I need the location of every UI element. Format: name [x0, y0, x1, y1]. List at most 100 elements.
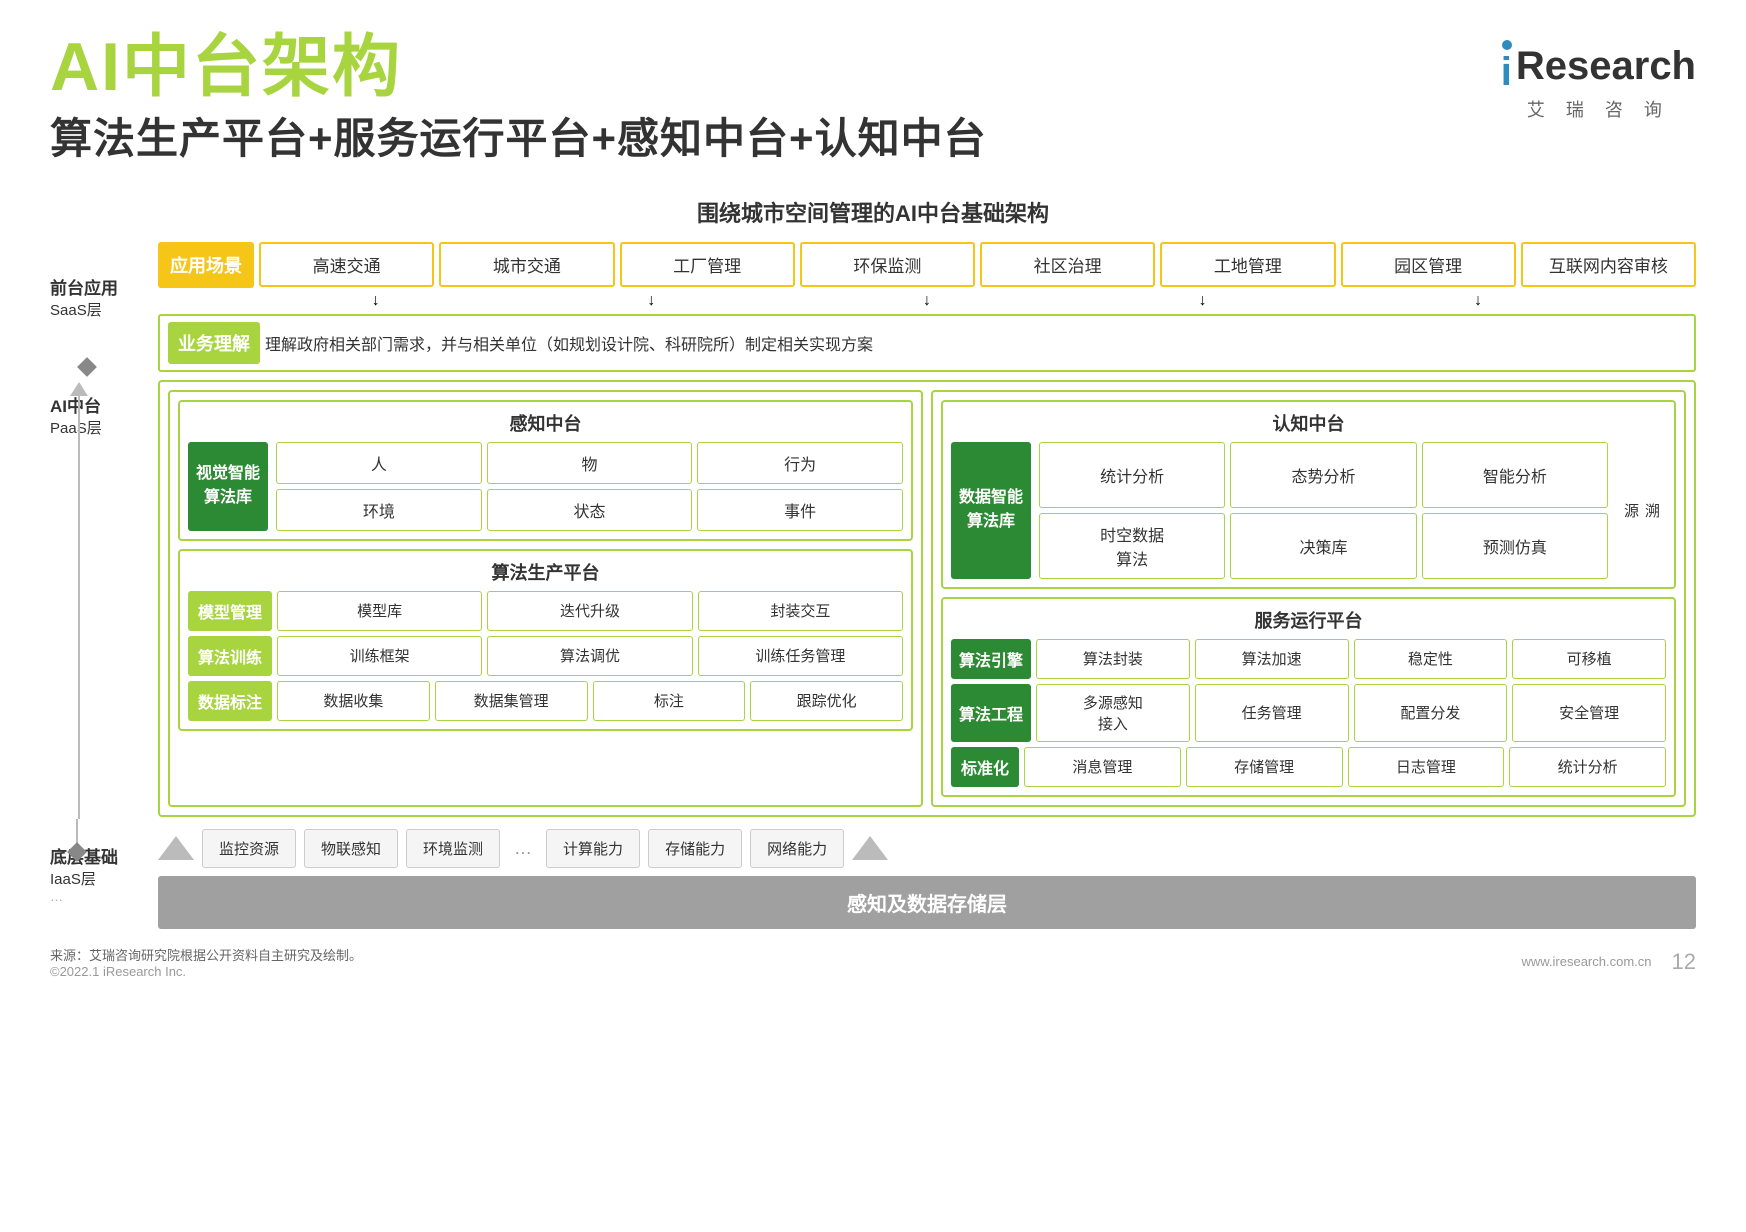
platform-rows: 模型管理 模型库 迭代升级 封装交互 算法训练 训练框架 算法调优 训练任务管理 — [188, 591, 903, 721]
application-label: 应用场景 — [158, 242, 254, 288]
business-row: 业务理解 理解政府相关部门需求，并与相关单位（如规划设计院、科研院所）制定相关实… — [158, 314, 1696, 372]
iaas-label-group: 底层基础 IaaS层 … — [50, 819, 150, 929]
iaas-label-sub: IaaS层 — [50, 868, 96, 889]
iaas-layer: 监控资源 物联感知 环境监测 … 计算能力 存储能力 网络能力 感知及数据存储层 — [158, 825, 1696, 929]
iaas-text: 底层基础 IaaS层 … — [50, 843, 150, 904]
saas-label-main: 前台应用 — [50, 274, 150, 299]
infra-arrow-up-left — [158, 836, 194, 860]
arrow-down-indicator — [50, 352, 150, 382]
perception-item-4: 状态 — [487, 489, 693, 531]
perception-inner: 视觉智能 算法库 人 物 行为 环境 状态 事件 — [188, 442, 903, 531]
app-item-1: 城市交通 — [439, 242, 614, 287]
logo-research-text: Research — [1516, 46, 1696, 86]
logo-dot — [1502, 40, 1512, 50]
platform-item-2-3: 跟踪优化 — [750, 681, 903, 721]
arrow-down-5: ↓ — [1474, 292, 1482, 310]
subtitle: 算法生产平台+服务运行平台+感知中台+认知中台 — [50, 105, 987, 166]
service-item-0-1: 算法加速 — [1195, 639, 1349, 679]
right-paas-block: 认知中台 数据智能 算法库 统计分析 态势分析 智能分析 时空数据 算法 决策库… — [931, 390, 1686, 807]
iaas-diamond — [67, 842, 87, 862]
platform-row-0: 模型管理 模型库 迭代升级 封装交互 — [188, 591, 903, 631]
infra-item-3: 计算能力 — [546, 829, 640, 868]
perception-grid: 人 物 行为 环境 状态 事件 — [276, 442, 903, 531]
cognition-item-4: 决策库 — [1230, 513, 1416, 579]
copyright-text: ©2022.1 iResearch Inc. — [50, 964, 362, 979]
service-item-1-3: 安全管理 — [1512, 684, 1666, 742]
platform-item-0-2: 封装交互 — [698, 591, 903, 631]
title-area: AI中台架构 算法生产平台+服务运行平台+感知中台+认知中台 — [50, 30, 987, 186]
saas-label-sub: SaaS层 — [50, 299, 150, 320]
perception-item-1: 物 — [487, 442, 693, 484]
service-label-2: 标准化 — [951, 747, 1019, 787]
infra-item-4: 存储能力 — [648, 829, 742, 868]
app-item-0: 高速交通 — [259, 242, 434, 287]
infra-row: 监控资源 物联感知 环境监测 … 计算能力 存储能力 网络能力 — [158, 825, 1696, 872]
cognition-inner: 数据智能 算法库 统计分析 态势分析 智能分析 时空数据 算法 决策库 预测仿真… — [951, 442, 1666, 579]
platform-item-1-2: 训练任务管理 — [698, 636, 903, 676]
service-item-0-3: 可移植 — [1512, 639, 1666, 679]
service-row-2: 标准化 消息管理 存储管理 日志管理 统计分析 — [951, 747, 1666, 787]
source-text: 来源：艾瑞咨询研究院根据公开资料自主研究及绘制。 — [50, 945, 362, 964]
page: AI中台架构 算法生产平台+服务运行平台+感知中台+认知中台 i Researc… — [0, 0, 1746, 1232]
platform-row-2: 数据标注 数据收集 数据集管理 标注 跟踪优化 — [188, 681, 903, 721]
service-item-0-2: 稳定性 — [1354, 639, 1508, 679]
platform-item-1-1: 算法调优 — [487, 636, 692, 676]
infra-item-0: 监控资源 — [202, 829, 296, 868]
perception-item-2: 行为 — [697, 442, 903, 484]
platform-item-2-1: 数据集管理 — [435, 681, 588, 721]
cognition-item-2: 智能分析 — [1422, 442, 1608, 508]
logo: i Research — [1501, 40, 1696, 92]
cognition-title: 认知中台 — [951, 410, 1666, 436]
cognition-item-5: 预测仿真 — [1422, 513, 1608, 579]
service-item-0-0: 算法封装 — [1036, 639, 1190, 679]
main-content: 应用场景 高速交通 城市交通 工厂管理 环保监测 社区治理 工地管理 园区管理 … — [158, 242, 1696, 929]
paas-label-group: AI中台 PaaS层 — [50, 382, 150, 819]
platform-item-0-1: 迭代升级 — [487, 591, 692, 631]
app-item-6: 园区管理 — [1341, 242, 1516, 287]
vert-line — [78, 396, 80, 819]
arrows-row: ↓ ↓ ↓ ↓ ↓ — [158, 292, 1696, 310]
diagram-body: 前台应用 SaaS层 AI中台 PaaS层 — [50, 242, 1696, 929]
cognition-item-1: 态势分析 — [1230, 442, 1416, 508]
service-item-2-0: 消息管理 — [1024, 747, 1181, 787]
arrow-up-icon — [70, 382, 88, 396]
service-row-0: 算法引擎 算法封装 算法加速 稳定性 可移植 — [951, 639, 1666, 679]
infra-item-5: 网络能力 — [750, 829, 844, 868]
iaas-arrow — [70, 819, 84, 859]
logo-icon: i — [1501, 40, 1512, 92]
app-item-4: 社区治理 — [980, 242, 1155, 287]
perception-item-0: 人 — [276, 442, 482, 484]
service-item-2-1: 存储管理 — [1186, 747, 1343, 787]
diagram-title: 围绕城市空间管理的AI中台基础架构 — [50, 196, 1696, 228]
app-item-5: 工地管理 — [1160, 242, 1335, 287]
header: AI中台架构 算法生产平台+服务运行平台+感知中台+认知中台 i Researc… — [50, 30, 1696, 186]
logo-area: i Research 艾 瑞 咨 询 — [1501, 40, 1696, 122]
arrow-down-1: ↓ — [372, 292, 380, 310]
cognition-item-3: 时空数据 算法 — [1039, 513, 1225, 579]
service-label-1: 算法工程 — [951, 684, 1031, 742]
algo-platform-title: 算法生产平台 — [188, 559, 903, 585]
platform-label-0: 模型管理 — [188, 591, 272, 631]
perception-item-3: 环境 — [276, 489, 482, 531]
saas-label-group: 前台应用 SaaS层 — [50, 242, 150, 352]
logo-sub: 艾 瑞 咨 询 — [1527, 96, 1670, 122]
app-item-7: 互联网内容审核 — [1521, 242, 1696, 287]
left-side-labels: 前台应用 SaaS层 AI中台 PaaS层 — [50, 242, 150, 929]
service-platform-block: 服务运行平台 算法引擎 算法封装 算法加速 稳定性 可移植 — [941, 597, 1676, 797]
algo-platform-block: 算法生产平台 模型管理 模型库 迭代升级 封装交互 算法训练 — [178, 549, 913, 731]
application-row: 应用场景 高速交通 城市交通 工厂管理 环保监测 社区治理 工地管理 园区管理 … — [158, 242, 1696, 288]
footer: 来源：艾瑞咨询研究院根据公开资料自主研究及绘制。 ©2022.1 iResear… — [50, 945, 1696, 979]
cognition-block: 认知中台 数据智能 算法库 统计分析 态势分析 智能分析 时空数据 算法 决策库… — [941, 400, 1676, 589]
paas-layer: 感知中台 视觉智能 算法库 人 物 行为 环境 状态 事件 — [158, 380, 1696, 817]
service-rows: 算法引擎 算法封装 算法加速 稳定性 可移植 算法工程 多源感知 接入 任务管理 — [951, 639, 1666, 787]
sensing-storage: 感知及数据存储层 — [158, 876, 1696, 929]
arrow-down-4: ↓ — [1199, 292, 1207, 310]
service-label-0: 算法引擎 — [951, 639, 1031, 679]
perception-title: 感知中台 — [188, 410, 903, 436]
service-platform-title: 服务运行平台 — [951, 607, 1666, 633]
app-item-3: 环保监测 — [800, 242, 975, 287]
page-number: 12 — [1672, 949, 1696, 975]
business-text: 理解政府相关部门需求，并与相关单位（如规划设计院、科研院所）制定相关实现方案 — [265, 331, 1686, 355]
footer-left: 来源：艾瑞咨询研究院根据公开资料自主研究及绘制。 ©2022.1 iResear… — [50, 945, 362, 979]
infra-item-1: 物联感知 — [304, 829, 398, 868]
